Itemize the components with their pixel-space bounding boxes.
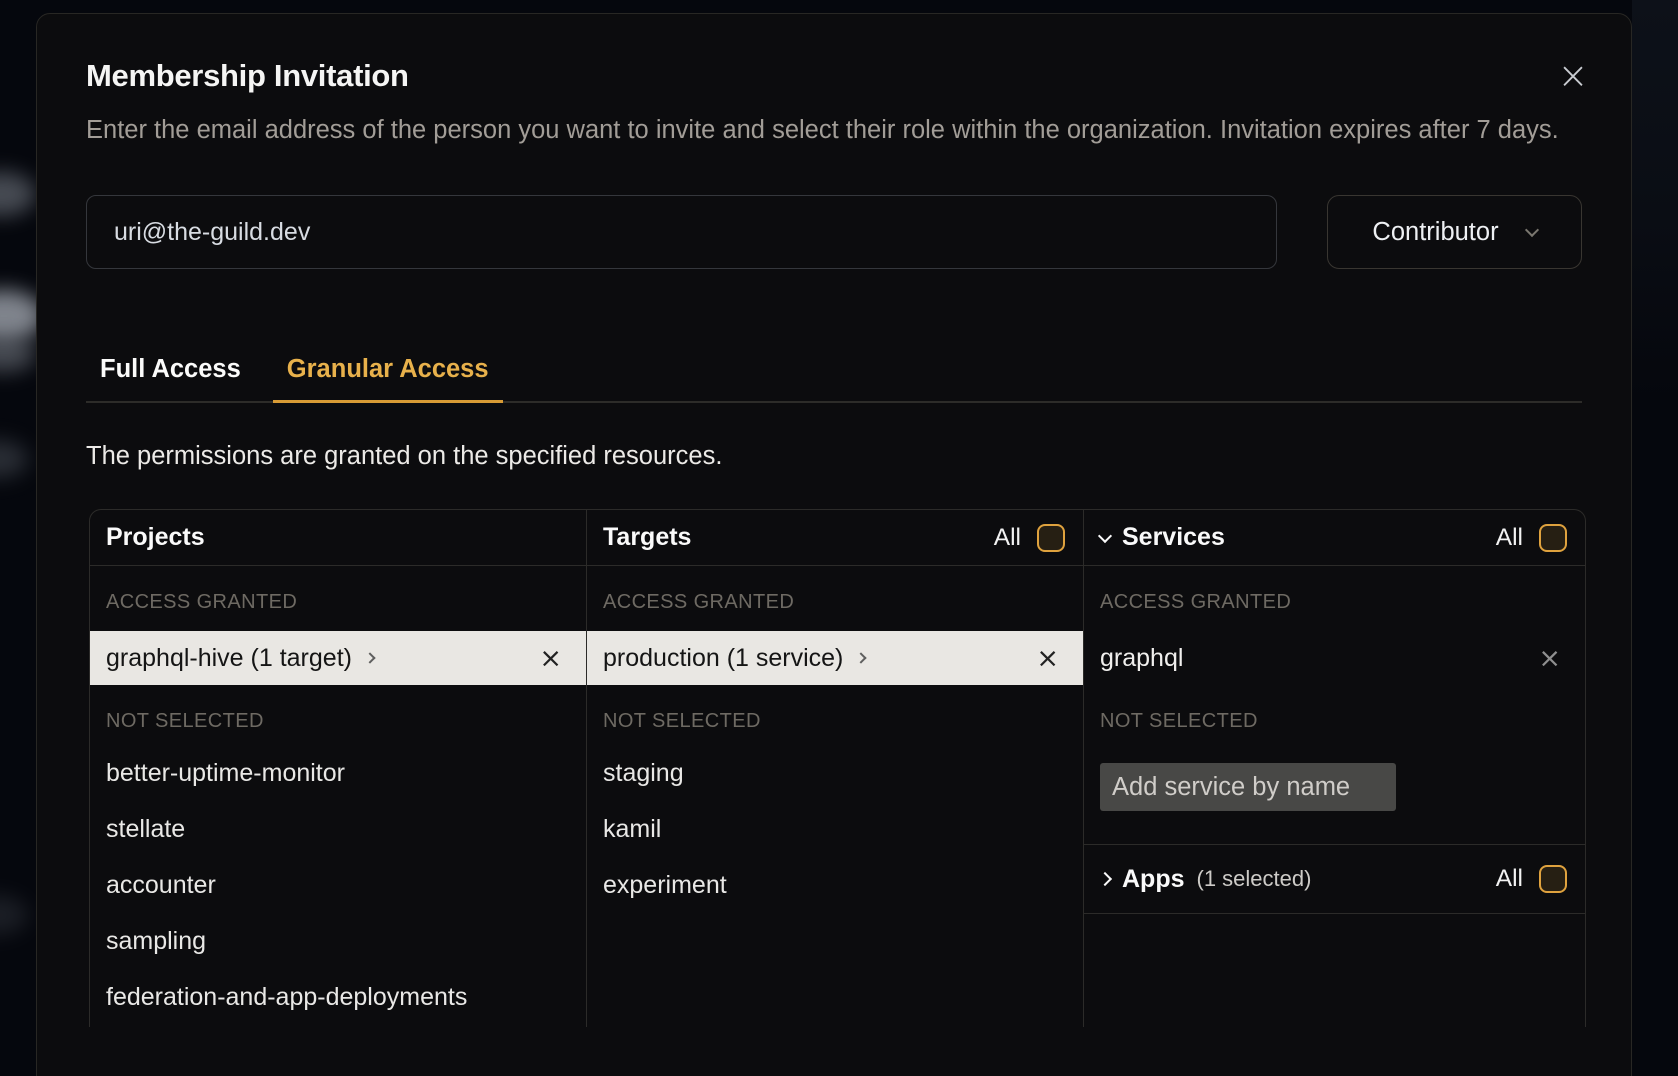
targets-all-label: All: [994, 524, 1021, 552]
backdrop-blur-fragment: [0, 172, 36, 216]
tab-granular-access[interactable]: Granular Access: [273, 355, 503, 401]
targets-all-checkbox[interactable]: [1037, 524, 1065, 552]
add-service-input[interactable]: [1100, 763, 1396, 811]
projects-column: Projects ACCESS GRANTED graphql-hive (1 …: [90, 510, 587, 1027]
membership-invitation-dialog: × Membership Invitation Enter the email …: [36, 13, 1632, 1076]
close-icon[interactable]: ×: [1551, 54, 1595, 98]
granted-service-label: graphql: [1100, 644, 1183, 673]
apps-row[interactable]: Apps (1 selected) All: [1084, 844, 1585, 914]
list-item-project[interactable]: federation-and-app-deployments: [90, 969, 586, 1025]
projects-header-label: Projects: [106, 523, 205, 552]
access-granted-label: ACCESS GRANTED: [603, 591, 1067, 614]
services-all-label: All: [1496, 524, 1523, 552]
targets-header-label: Targets: [603, 523, 691, 552]
services-column: Services All ACCESS GRANTED graphql × NO…: [1084, 510, 1585, 1027]
backdrop-gradient: [1632, 0, 1678, 400]
apps-all-label: All: [1496, 865, 1523, 893]
apps-selected-count: (1 selected): [1197, 866, 1312, 892]
permissions-note: The permissions are granted on the speci…: [86, 442, 1582, 471]
tab-full-access[interactable]: Full Access: [86, 355, 255, 401]
granted-target-label: production (1 service): [603, 644, 843, 673]
role-select-value: Contributor: [1372, 218, 1498, 247]
projects-not-selected-list: better-uptime-monitor stellate accounter…: [90, 745, 586, 1025]
dialog-title: Membership Invitation: [86, 58, 1582, 94]
remove-service-icon[interactable]: ×: [1538, 645, 1561, 672]
targets-column: Targets All ACCESS GRANTED production (1…: [587, 510, 1084, 1027]
role-select[interactable]: Contributor: [1327, 195, 1582, 269]
list-item-project[interactable]: better-uptime-monitor: [90, 745, 586, 801]
dialog-description: Enter the email address of the person yo…: [86, 111, 1582, 149]
not-selected-label: NOT SELECTED: [106, 710, 570, 733]
services-header-label: Services: [1122, 523, 1225, 552]
email-field[interactable]: [86, 195, 1277, 269]
granted-service-row[interactable]: graphql ×: [1084, 631, 1585, 685]
list-item-project[interactable]: stellate: [90, 801, 586, 857]
remove-target-icon[interactable]: ×: [1036, 645, 1059, 672]
backdrop-blur-fragment: [0, 440, 28, 478]
backdrop-blur-fragment: [0, 336, 36, 372]
apps-label: Apps: [1122, 865, 1185, 894]
targets-header: Targets All: [587, 510, 1083, 566]
resources-table: Projects ACCESS GRANTED graphql-hive (1 …: [89, 509, 1586, 1027]
services-all-checkbox[interactable]: [1539, 524, 1567, 552]
list-item-target[interactable]: kamil: [587, 801, 1083, 857]
granted-project-row[interactable]: graphql-hive (1 target) ×: [90, 631, 586, 685]
access-granted-label: ACCESS GRANTED: [106, 591, 570, 614]
chevron-right-icon: [364, 652, 375, 663]
targets-not-selected-list: staging kamil experiment: [587, 745, 1083, 913]
granted-project-label: graphql-hive (1 target): [106, 644, 352, 673]
chevron-right-icon: [856, 652, 867, 663]
services-header[interactable]: Services All: [1084, 510, 1585, 566]
access-tabs: Full Access Granular Access: [86, 355, 1582, 403]
projects-header: Projects: [90, 510, 586, 566]
invite-form-row: Contributor: [86, 195, 1582, 269]
chevron-right-icon: [1098, 872, 1112, 886]
list-item-target[interactable]: staging: [587, 745, 1083, 801]
list-item-target[interactable]: experiment: [587, 857, 1083, 913]
apps-all-checkbox[interactable]: [1539, 865, 1567, 893]
list-item-project[interactable]: accounter: [90, 857, 586, 913]
list-item-project[interactable]: sampling: [90, 913, 586, 969]
remove-project-icon[interactable]: ×: [539, 645, 562, 672]
access-granted-label: ACCESS GRANTED: [1100, 591, 1569, 614]
chevron-down-icon: [1098, 528, 1112, 542]
chevron-down-icon: [1525, 223, 1539, 237]
not-selected-label: NOT SELECTED: [1100, 710, 1569, 733]
not-selected-label: NOT SELECTED: [603, 710, 1067, 733]
granted-target-row[interactable]: production (1 service) ×: [587, 631, 1083, 685]
backdrop-blur-fragment: [0, 895, 28, 935]
